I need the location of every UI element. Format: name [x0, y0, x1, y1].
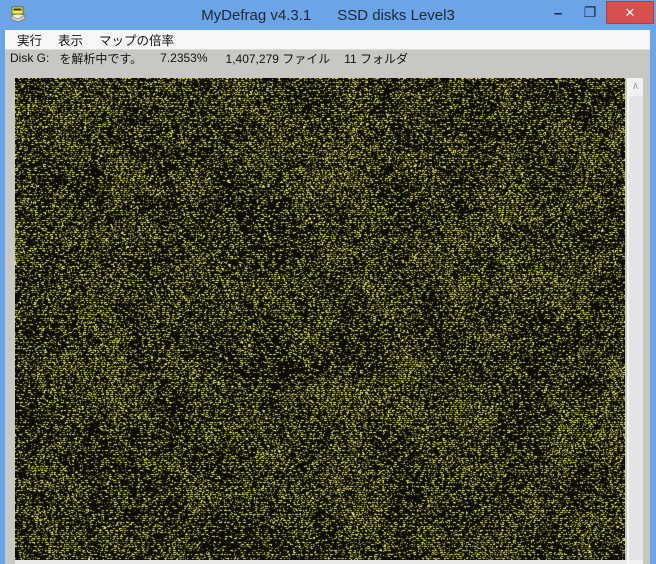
- status-folder-count: 11 フォルダ: [344, 51, 409, 66]
- scrollbar-thumb[interactable]: [629, 96, 643, 560]
- titlebar[interactable]: MyDefrag v4.3.1 SSD disks Level3 – ❐ ✕: [0, 0, 656, 30]
- close-button[interactable]: ✕: [606, 1, 654, 24]
- window-border-right: [650, 30, 656, 564]
- close-icon: ✕: [624, 4, 636, 20]
- mydefrag-window: MyDefrag v4.3.1 SSD disks Level3 – ❐ ✕ 実…: [0, 0, 656, 564]
- maximize-button[interactable]: ❐: [574, 0, 606, 24]
- status-line: Disk G: を解析中です。 7.2353% 1,407,279 ファイル 1…: [5, 50, 650, 66]
- status-file-count: 1,407,279 ファイル: [225, 51, 331, 66]
- disk-map-canvas: [15, 78, 625, 560]
- menu-item-map-zoom[interactable]: マップの倍率: [91, 30, 182, 49]
- maximize-icon: ❐: [583, 3, 597, 20]
- menu-item-view[interactable]: 表示: [50, 30, 91, 49]
- minimize-icon: –: [553, 4, 563, 22]
- vertical-scrollbar[interactable]: ∧: [627, 78, 643, 564]
- status-message: を解析中です。: [59, 51, 143, 66]
- window-controls: – ❐ ✕: [542, 0, 656, 26]
- menu-item-run[interactable]: 実行: [9, 30, 50, 49]
- window-title-app: MyDefrag v4.3.1: [201, 6, 312, 24]
- menubar: 実行 表示 マップの倍率: [5, 30, 650, 50]
- map-bottom-edge: [15, 560, 643, 564]
- window-border-left: [0, 30, 5, 564]
- status-progress: 7.2353%: [160, 51, 208, 65]
- status-disk: Disk G:: [10, 51, 50, 65]
- scrollbar-up-button[interactable]: ∧: [628, 78, 643, 95]
- minimize-button[interactable]: –: [542, 0, 574, 24]
- window-title-script: SSD disks Level3: [337, 6, 455, 24]
- chevron-up-icon: ∧: [631, 80, 640, 92]
